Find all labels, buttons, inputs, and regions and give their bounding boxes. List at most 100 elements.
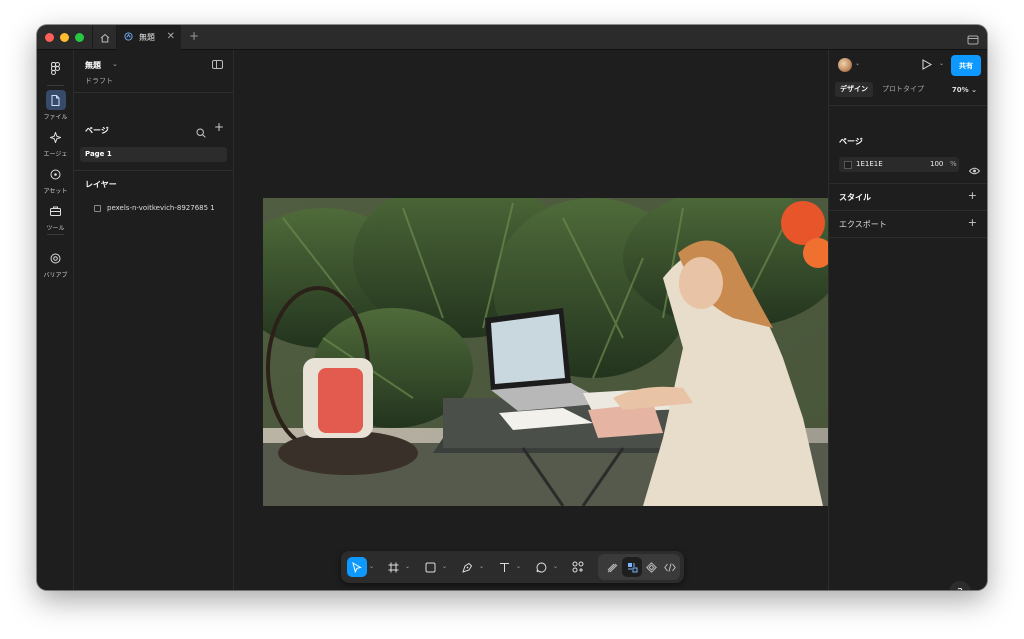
divider: [829, 183, 987, 184]
draw-mode-button[interactable]: [602, 557, 622, 577]
divider: [829, 237, 987, 238]
chevron-down-icon[interactable]: ⌄: [442, 563, 447, 570]
avatar[interactable]: [838, 58, 852, 72]
rail-divider: [47, 85, 64, 86]
tab-prototype[interactable]: プロトタイプ: [877, 82, 929, 97]
chevron-down-icon[interactable]: ⌄: [553, 563, 558, 570]
draw-icon: [607, 563, 617, 572]
rail-agent[interactable]: エージェ: [37, 127, 74, 158]
rail-file[interactable]: ファイル: [37, 90, 74, 121]
close-icon[interactable]: ✕: [167, 31, 175, 43]
tab-untitled[interactable]: 無題 ✕: [117, 25, 181, 50]
zoom-window-button[interactable]: [75, 33, 84, 42]
divider: [829, 105, 987, 106]
rail-agent-label: エージェ: [43, 151, 68, 158]
home-icon[interactable]: [92, 25, 117, 50]
cursor-icon: [352, 561, 362, 573]
frame-icon: [388, 562, 398, 572]
main-menu-button[interactable]: [37, 58, 74, 78]
rail-tool[interactable]: ツール: [37, 201, 74, 232]
actions-icon: [572, 561, 584, 573]
zoom-level: 70%: [951, 86, 969, 94]
variable-icon: [46, 248, 66, 268]
page-fill-field[interactable]: 1E1E1E 100 %: [839, 157, 959, 172]
pen-icon: [461, 562, 472, 573]
left-rail: ファイル エージェ アセット ツール バリアブ: [37, 50, 74, 590]
add-style-icon[interactable]: +: [968, 189, 977, 202]
color-swatch[interactable]: [844, 161, 852, 169]
canvas[interactable]: ⌄ ⌄ ⌄ ⌄ ⌄ ⌄: [234, 50, 828, 590]
chevron-down-icon[interactable]: ⌄: [939, 60, 944, 67]
file-icon: [45, 90, 66, 110]
panel-toggle-icon[interactable]: [967, 31, 979, 45]
chevron-down-icon[interactable]: ⌄: [405, 563, 410, 570]
asset-icon: [46, 164, 66, 184]
share-button[interactable]: 共有: [951, 55, 981, 76]
design-icon: [627, 562, 637, 572]
layer-item[interactable]: pexels-n-voitkevich-8927685 1: [94, 204, 215, 212]
fill-opacity-value[interactable]: 100: [930, 157, 943, 172]
chevron-down-icon[interactable]: ⌄: [855, 60, 860, 67]
component-icon: [645, 561, 657, 573]
comment-icon: [536, 561, 546, 572]
pages-title: ページ: [85, 126, 109, 135]
new-tab-icon[interactable]: +: [189, 29, 199, 43]
fill-hex-value[interactable]: 1E1E1E: [856, 157, 883, 172]
close-window-button[interactable]: [45, 33, 54, 42]
opacity-percent: %: [950, 160, 957, 168]
rail-asset-label: アセット: [43, 188, 68, 195]
text-icon: [499, 562, 509, 572]
sidebar-toggle-icon[interactable]: [212, 60, 223, 69]
file-icon: [124, 32, 133, 43]
chevron-down-icon[interactable]: ⌄: [479, 563, 484, 570]
figma-logo-icon: [46, 58, 66, 78]
file-location[interactable]: ドラフト: [85, 76, 113, 86]
rail-tool-label: ツール: [46, 225, 65, 232]
comment-tool-button[interactable]: [531, 557, 551, 577]
eye-icon[interactable]: [968, 160, 981, 179]
style-section-title: スタイル: [839, 193, 871, 202]
code-icon: [664, 562, 676, 572]
add-page-icon[interactable]: +: [214, 120, 224, 134]
agent-icon: [46, 127, 66, 147]
page-item[interactable]: Page 1: [80, 147, 227, 162]
chevron-down-icon[interactable]: ⌄: [112, 60, 118, 68]
layers-title: レイヤー: [85, 180, 117, 189]
rectangle-icon: [425, 562, 435, 572]
zoom-dropdown[interactable]: 70% ⌄: [952, 86, 977, 94]
left-panel: 無題 ⌄ ドラフト ページ + Page 1 レイヤー pexels-n-voi…: [74, 50, 234, 590]
app-window: 無題 ✕ + ファイル エージェ アセット ツール バリアブ 無題 ⌄ ドラフト…: [37, 25, 987, 590]
minimize-window-button[interactable]: [60, 33, 69, 42]
component-mode-button[interactable]: [641, 557, 661, 577]
text-tool-button[interactable]: [494, 557, 514, 577]
actions-button[interactable]: [568, 557, 588, 577]
image-layer-icon: [94, 204, 101, 212]
rail-variable[interactable]: バリアブ: [37, 248, 74, 279]
rail-asset[interactable]: アセット: [37, 164, 74, 195]
pen-tool-button[interactable]: [457, 557, 477, 577]
rail-divider: [47, 234, 64, 235]
help-button[interactable]: ?: [949, 581, 971, 590]
present-play-icon[interactable]: [922, 59, 933, 73]
search-icon[interactable]: [196, 123, 206, 142]
design-mode-button[interactable]: [622, 557, 642, 577]
title-bar: 無題 ✕ +: [37, 25, 987, 50]
divider: [829, 210, 987, 211]
rail-variable-label: バリアブ: [43, 272, 68, 279]
frame-tool-button[interactable]: [383, 557, 403, 577]
chevron-down-icon[interactable]: ⌄: [516, 563, 521, 570]
right-panel: ⌄ ⌄ 共有 デザイン プロトタイプ 70% ⌄ ページ 1E1E1E 100 …: [828, 50, 987, 590]
chevron-down-icon[interactable]: ⌄: [369, 563, 374, 570]
dev-mode-button[interactable]: [660, 557, 680, 577]
add-export-icon[interactable]: +: [968, 216, 977, 229]
rectangle-tool-button[interactable]: [420, 557, 440, 577]
page-section-title: ページ: [839, 137, 863, 146]
tab-design[interactable]: デザイン: [835, 82, 873, 97]
layer-name: pexels-n-voitkevich-8927685 1: [107, 204, 215, 212]
rail-file-label: ファイル: [43, 114, 68, 121]
divider: [74, 170, 233, 171]
file-title[interactable]: 無題: [85, 60, 101, 71]
export-section-title: エクスポート: [839, 220, 887, 229]
move-tool-button[interactable]: [347, 557, 367, 577]
canvas-image[interactable]: [263, 198, 828, 506]
